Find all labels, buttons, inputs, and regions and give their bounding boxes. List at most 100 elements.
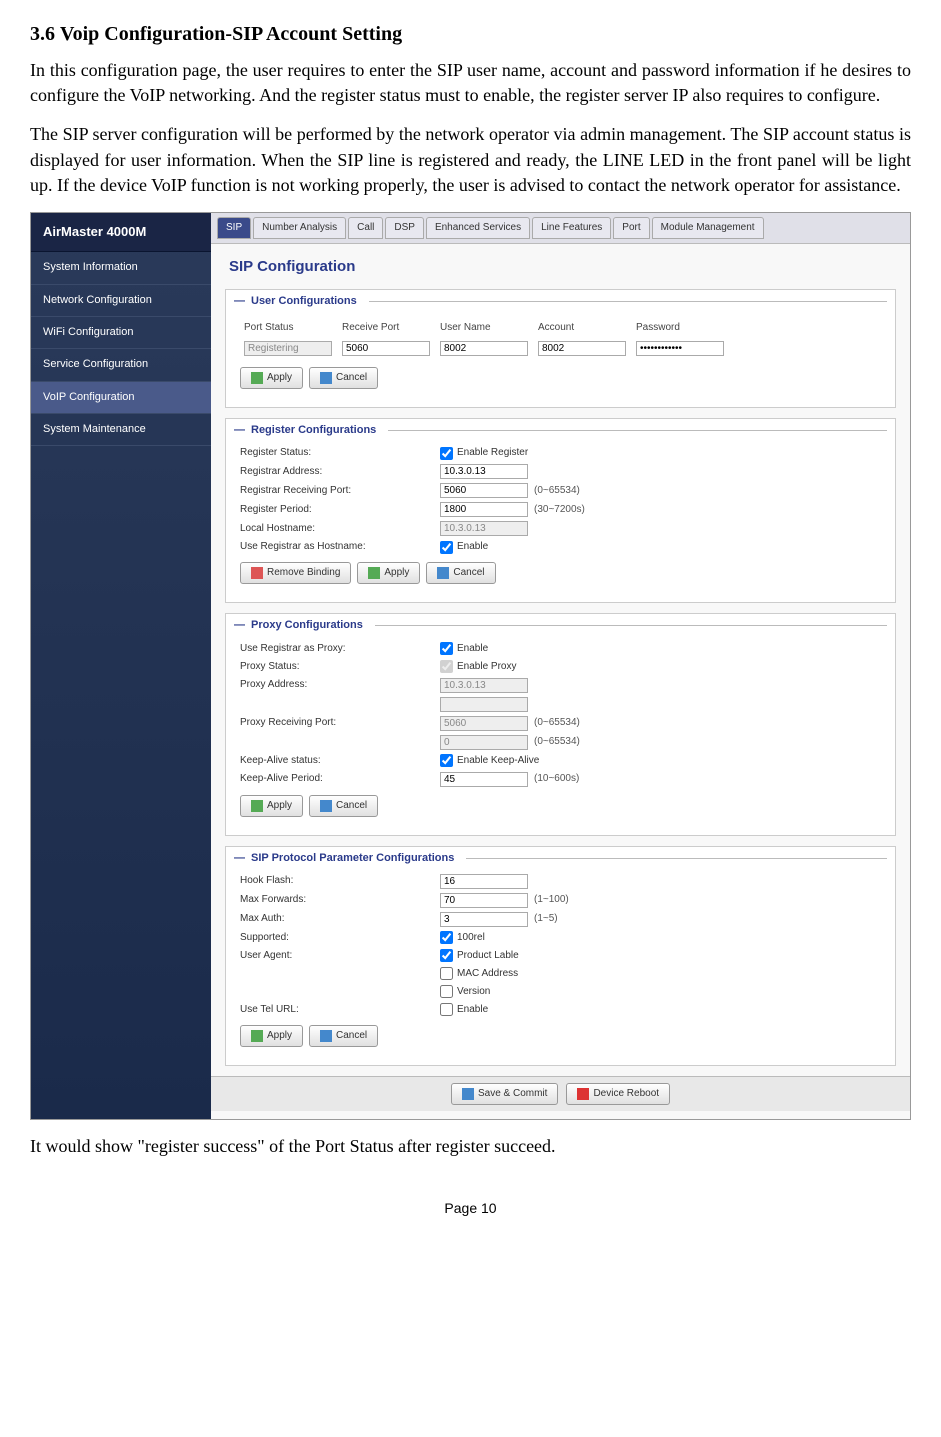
col-password: Password	[632, 319, 730, 337]
hook-flash-field[interactable]	[440, 874, 528, 889]
max-forwards-hint: (1~100)	[534, 893, 569, 907]
register-period-label: Register Period:	[240, 503, 440, 517]
nav-wifi-config[interactable]: WiFi Configuration	[31, 317, 211, 349]
apply-button[interactable]: Apply	[240, 367, 303, 389]
max-forwards-field[interactable]	[440, 893, 528, 908]
section-number: 3.6	[30, 23, 55, 45]
keepalive-period-label: Keep-Alive Period:	[240, 772, 440, 786]
nav-network-config[interactable]: Network Configuration	[31, 285, 211, 317]
apply-button[interactable]: Apply	[240, 795, 303, 817]
bottom-button-bar: Save & Commit Device Reboot	[211, 1076, 910, 1111]
user-name-field[interactable]	[440, 341, 528, 356]
screenshot-container: AirMaster 4000M System Information Netwo…	[30, 212, 911, 1120]
ua-product-checkbox[interactable]	[440, 949, 453, 962]
proxy-status-label: Proxy Status:	[240, 660, 440, 674]
collapse-icon[interactable]: —	[234, 294, 245, 309]
enable-keepalive-checkbox[interactable]	[440, 754, 453, 767]
remove-binding-button[interactable]: Remove Binding	[240, 562, 351, 584]
nav-system-maint[interactable]: System Maintenance	[31, 414, 211, 446]
save-icon	[462, 1088, 474, 1100]
max-auth-label: Max Auth:	[240, 912, 440, 926]
sidebar: AirMaster 4000M System Information Netwo…	[31, 213, 211, 1119]
apply-button[interactable]: Apply	[240, 1025, 303, 1047]
user-config-section: — User Configurations Port Status Receive…	[225, 289, 896, 408]
tab-sip[interactable]: SIP	[217, 217, 251, 239]
cancel-button[interactable]: Cancel	[309, 795, 378, 817]
tab-dsp[interactable]: DSP	[385, 217, 424, 239]
max-auth-field[interactable]	[440, 912, 528, 927]
ua-version-text: Version	[457, 985, 490, 999]
proxy-port-hint-1: (0~65534)	[534, 716, 580, 730]
section-heading: Voip Configuration-SIP Account Setting	[60, 23, 402, 45]
nav-service-config[interactable]: Service Configuration	[31, 349, 211, 381]
keepalive-period-field[interactable]	[440, 772, 528, 787]
user-table-header: Port Status Receive Port User Name Accou…	[240, 319, 881, 337]
supported-100rel-checkbox[interactable]	[440, 931, 453, 944]
cancel-icon	[437, 567, 449, 579]
page-number: Page 10	[30, 1199, 911, 1219]
collapse-icon[interactable]: —	[234, 618, 245, 633]
collapse-icon[interactable]: —	[234, 423, 245, 438]
cancel-button[interactable]: Cancel	[309, 1025, 378, 1047]
tab-module-mgmt[interactable]: Module Management	[652, 217, 764, 239]
tab-port[interactable]: Port	[613, 217, 649, 239]
sip-protocol-legend: SIP Protocol Parameter Configurations	[251, 851, 454, 866]
enable-register-checkbox[interactable]	[440, 447, 453, 460]
enable-keepalive-text: Enable Keep-Alive	[457, 754, 539, 768]
user-config-legend: User Configurations	[251, 294, 357, 309]
ua-mac-text: MAC Address	[457, 967, 518, 981]
receive-port-field[interactable]	[342, 341, 430, 356]
proxy-port-field-1	[440, 716, 528, 731]
proxy-config-legend: Proxy Configurations	[251, 618, 363, 633]
use-registrar-hostname-checkbox[interactable]	[440, 541, 453, 554]
remove-icon	[251, 567, 263, 579]
use-registrar-proxy-label: Use Registrar as Proxy:	[240, 642, 440, 656]
registrar-address-label: Registrar Address:	[240, 465, 440, 479]
registrar-port-hint: (0~65534)	[534, 484, 580, 498]
cancel-icon	[320, 372, 332, 384]
nav-system-info[interactable]: System Information	[31, 252, 211, 284]
ua-version-checkbox[interactable]	[440, 985, 453, 998]
account-field[interactable]	[538, 341, 626, 356]
user-agent-label: User Agent:	[240, 949, 440, 963]
proxy-port-field-2	[440, 735, 528, 750]
check-icon	[368, 567, 380, 579]
use-registrar-proxy-text: Enable	[457, 642, 488, 656]
page-title: SIP Configuration	[211, 244, 910, 283]
tab-call[interactable]: Call	[348, 217, 383, 239]
check-icon	[251, 800, 263, 812]
check-icon	[251, 1030, 263, 1042]
password-field[interactable]	[636, 341, 724, 356]
register-period-field[interactable]	[440, 502, 528, 517]
cancel-button[interactable]: Cancel	[426, 562, 495, 584]
registrar-port-field[interactable]	[440, 483, 528, 498]
use-registrar-proxy-checkbox[interactable]	[440, 642, 453, 655]
keepalive-period-hint: (10~600s)	[534, 772, 579, 786]
cancel-button[interactable]: Cancel	[309, 367, 378, 389]
device-reboot-button[interactable]: Device Reboot	[566, 1083, 670, 1105]
tab-enhanced-services[interactable]: Enhanced Services	[426, 217, 530, 239]
col-user-name: User Name	[436, 319, 534, 337]
ua-product-text: Product Lable	[457, 949, 519, 963]
cancel-icon	[320, 1030, 332, 1042]
registrar-address-field[interactable]	[440, 464, 528, 479]
use-registrar-hostname-text: Enable	[457, 540, 488, 554]
use-tel-url-checkbox[interactable]	[440, 1003, 453, 1016]
tab-number-analysis[interactable]: Number Analysis	[253, 217, 346, 239]
save-commit-button[interactable]: Save & Commit	[451, 1083, 558, 1105]
supported-100rel-text: 100rel	[457, 931, 485, 945]
col-port-status: Port Status	[240, 319, 338, 337]
collapse-icon[interactable]: —	[234, 851, 245, 866]
apply-button[interactable]: Apply	[357, 562, 420, 584]
tab-line-features[interactable]: Line Features	[532, 217, 611, 239]
enable-register-text: Enable Register	[457, 446, 528, 460]
brand-title: AirMaster 4000M	[31, 213, 211, 252]
nav-voip-config[interactable]: VoIP Configuration	[31, 382, 211, 414]
sip-protocol-section: —SIP Protocol Parameter Configurations H…	[225, 846, 896, 1066]
use-registrar-hostname-label: Use Registrar as Hostname:	[240, 540, 440, 554]
ua-mac-checkbox[interactable]	[440, 967, 453, 980]
paragraph-2: The SIP server configuration will be per…	[30, 122, 911, 198]
use-tel-url-label: Use Tel URL:	[240, 1003, 440, 1017]
local-hostname-field	[440, 521, 528, 536]
register-status-label: Register Status:	[240, 446, 440, 460]
